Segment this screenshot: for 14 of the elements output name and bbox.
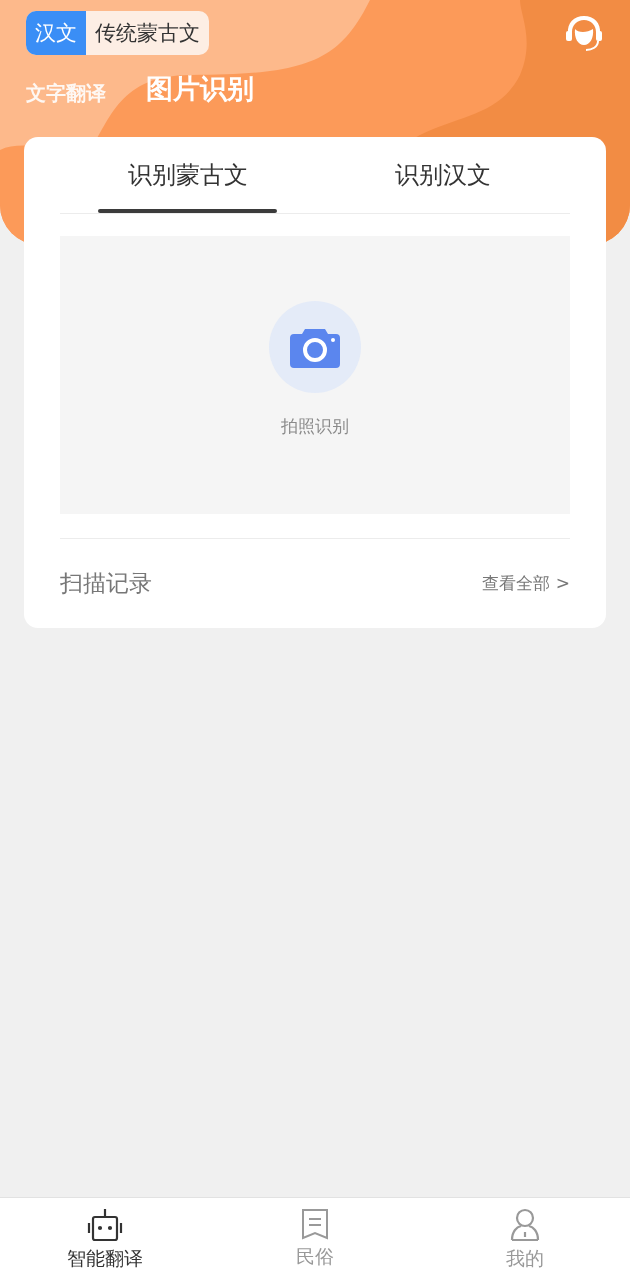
capture-label: 拍照识别 (281, 415, 349, 438)
history-title: 扫描记录 (60, 569, 152, 598)
robot-icon (87, 1208, 123, 1242)
nav-item[interactable]: 我的 (420, 1198, 630, 1280)
language-option[interactable]: 传统蒙古文 (86, 11, 209, 55)
recognition-tab[interactable]: 识别汉文 (315, 137, 570, 213)
nav-item[interactable]: 智能翻译 (0, 1198, 210, 1280)
headset-icon[interactable] (564, 13, 604, 53)
nav-item[interactable]: 民俗 (210, 1198, 420, 1280)
person-icon (509, 1208, 541, 1242)
document-icon (300, 1208, 330, 1240)
language-option[interactable]: 汉文 (26, 11, 86, 55)
recognition-tab[interactable]: 识别蒙古文 (60, 137, 315, 213)
view-all-link[interactable]: 查看全部 > (482, 572, 570, 595)
